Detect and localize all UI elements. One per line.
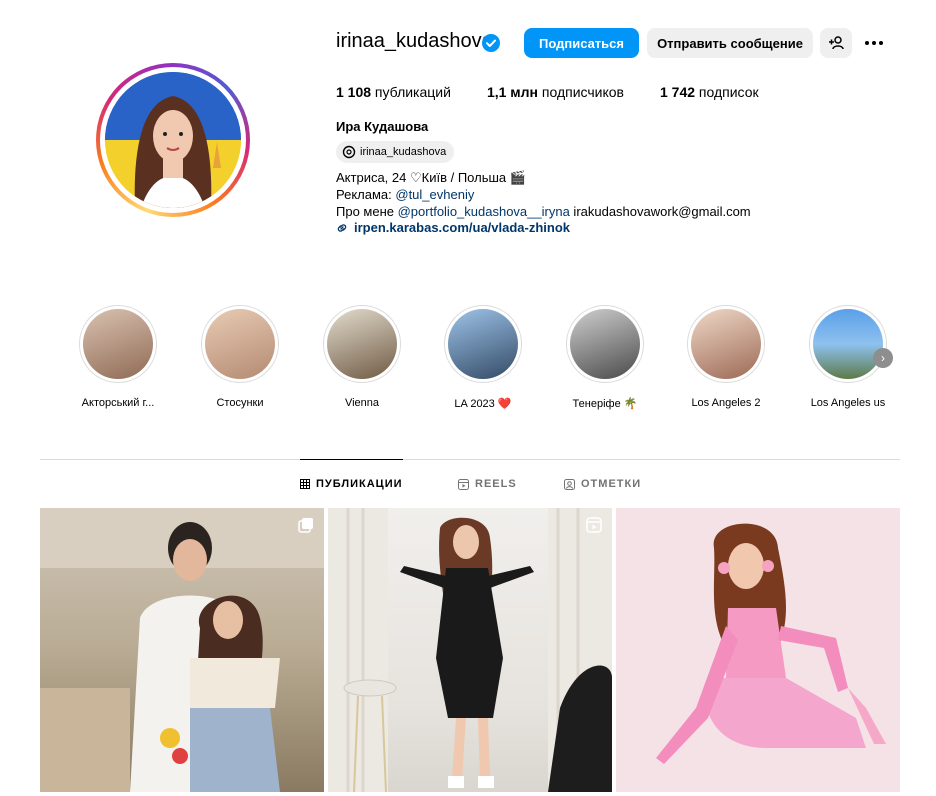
highlight-item[interactable]: LA 2023 ❤️	[433, 305, 533, 410]
tab-posts[interactable]: ПУБЛИКАЦИИ	[300, 478, 403, 490]
tab-reels[interactable]: REELS	[458, 478, 517, 490]
carousel-icon	[298, 518, 313, 533]
follow-button[interactable]: Подписаться	[524, 28, 639, 58]
active-tab-indicator	[300, 459, 403, 460]
post-image	[328, 508, 612, 792]
threads-handle: irinaa_kudashova	[360, 146, 447, 158]
highlight-item[interactable]: Стосунки	[190, 305, 290, 409]
link-icon	[337, 223, 347, 232]
following-stat[interactable]: 1 742 подписок	[660, 84, 759, 100]
followers-stat[interactable]: 1,1 млн подписчиков	[487, 84, 624, 100]
tab-tagged[interactable]: ОТМЕТКИ	[564, 478, 641, 490]
add-user-icon	[829, 36, 844, 50]
reels-icon	[458, 478, 469, 490]
highlight-cover	[205, 309, 275, 379]
posts-stat: 1 108 публикаций	[336, 84, 451, 100]
more-options-button[interactable]	[858, 28, 890, 58]
highlight-item[interactable]: Акторський г...	[68, 305, 168, 409]
highlight-cover	[691, 309, 761, 379]
profile-stats: 1 108 публикаций 1,1 млн подписчиков 1 7…	[336, 84, 795, 100]
highlight-item[interactable]: Vienna	[312, 305, 412, 409]
post-image	[616, 508, 900, 792]
bio-line-1: Актриса, 24 ♡Київ / Польша 🎬	[336, 170, 526, 185]
bio-line-3: Про мене @portfolio_kudashova__iryna ira…	[336, 204, 751, 219]
reel-icon	[586, 517, 602, 533]
bio-portfolio-link[interactable]: @portfolio_kudashova__iryna	[398, 204, 570, 219]
highlight-cover	[813, 309, 883, 379]
external-link[interactable]: irpen.karabas.com/ua/vlada-zhinok	[336, 220, 570, 235]
threads-icon	[342, 145, 356, 159]
post-image	[40, 508, 324, 792]
profile-full-name: Ира Кудашова	[336, 119, 429, 134]
post-thumbnail[interactable]	[40, 508, 324, 792]
tabs-divider	[40, 459, 900, 460]
post-thumbnail[interactable]	[328, 508, 612, 792]
tagged-user-icon	[564, 478, 575, 490]
chevron-right-icon: ›	[881, 351, 885, 365]
highlight-cover	[448, 309, 518, 379]
highlight-item[interactable]: Тенеріфе 🌴	[555, 305, 655, 410]
suggested-users-button[interactable]	[820, 28, 852, 58]
highlight-cover	[570, 309, 640, 379]
post-thumbnail[interactable]	[616, 508, 900, 792]
threads-badge[interactable]: irinaa_kudashova	[336, 141, 455, 163]
verified-badge-icon	[482, 34, 500, 52]
grid-icon	[300, 479, 310, 489]
profile-username: irinaa_kudashova	[336, 30, 493, 52]
send-message-button[interactable]: Отправить сообщение	[647, 28, 813, 58]
bio-mention-link[interactable]: @tul_evheniy	[395, 187, 474, 202]
bio-line-2: Реклама: @tul_evheniy	[336, 187, 475, 202]
profile-avatar-ring[interactable]	[96, 63, 250, 217]
highlights-next-button[interactable]: ›	[873, 348, 893, 368]
highlight-cover	[83, 309, 153, 379]
avatar	[105, 72, 241, 208]
highlight-cover	[327, 309, 397, 379]
highlight-item[interactable]: Los Angeles 2	[676, 305, 776, 409]
more-dots-icon	[865, 41, 883, 45]
